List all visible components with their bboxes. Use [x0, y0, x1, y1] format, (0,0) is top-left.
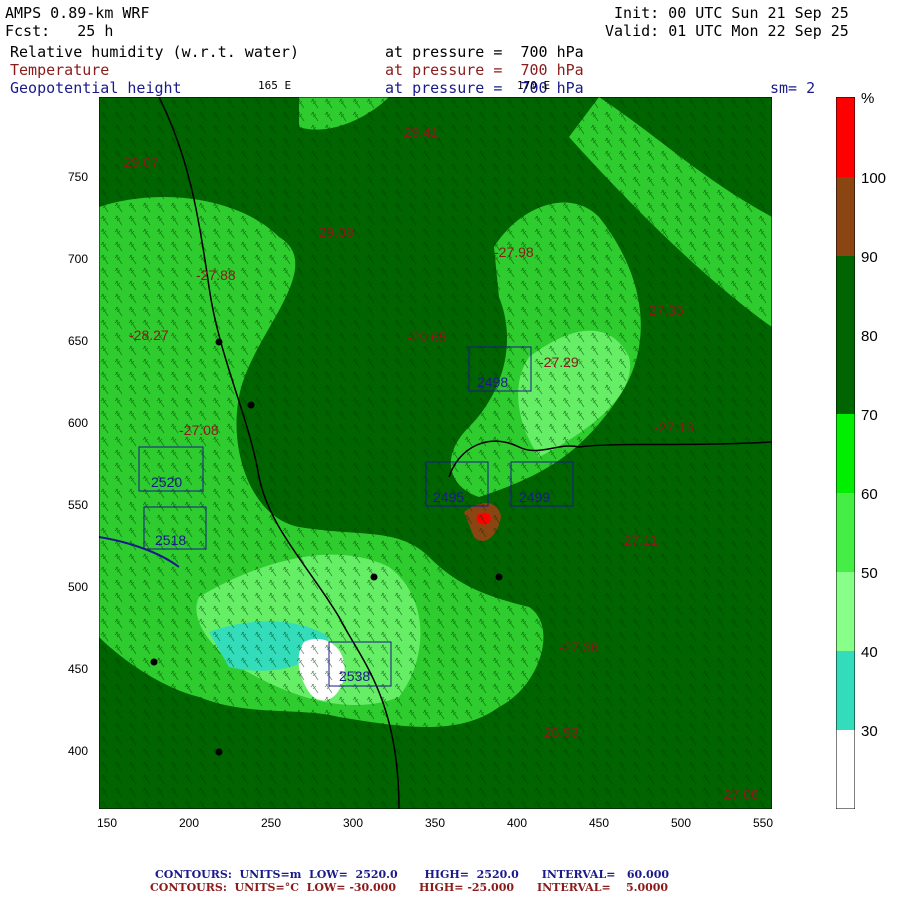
colorbar-swatch-low	[836, 730, 855, 809]
x-tick-250: 250	[261, 816, 282, 830]
temp-label: -29.07	[119, 154, 159, 170]
station-dot	[150, 658, 158, 666]
x-tick-350: 350	[425, 816, 446, 830]
y-tick-500: 500	[68, 580, 89, 594]
colorbar-swatch-80	[836, 256, 855, 335]
temp-label: -27.98	[494, 244, 534, 260]
temp-label: -27.11	[619, 532, 658, 548]
temp-label: -27.29	[539, 354, 579, 370]
temp-label: -29.08	[314, 224, 354, 240]
colorbar-swatch-90	[836, 177, 855, 256]
colorbar-swatch-60	[836, 414, 855, 493]
y-tick-600: 600	[68, 416, 89, 430]
y-tick-400: 400	[68, 744, 89, 758]
footer-temp-contours: CONTOURS: UNITS=°C LOW= -30.000 HIGH= -2…	[150, 881, 669, 894]
colorbar-swatch-40	[836, 572, 855, 651]
height-label: 2538	[339, 668, 370, 684]
init-time: Init: 00 UTC Sun 21 Sep 25	[614, 4, 849, 22]
colorbar-label: 40	[861, 644, 878, 661]
colorbar-swatch-50	[836, 493, 855, 572]
x-tick-300: 300	[343, 816, 364, 830]
y-tick-650: 650	[68, 334, 89, 348]
temp-label: -27.06	[719, 786, 759, 802]
x-tick-550: 550	[753, 816, 774, 830]
height-label: 2499	[519, 489, 550, 505]
colorbar-unit: %	[861, 90, 875, 107]
height-label: 2520	[151, 474, 182, 490]
x-tick-200: 200	[179, 816, 200, 830]
height-label: 2495	[433, 489, 464, 505]
colorbar-label: 100	[861, 170, 887, 187]
field-rh-name: Relative humidity (w.r.t. water)	[10, 43, 299, 61]
colorbar-label: 50	[861, 565, 878, 582]
temp-label: -27.08	[179, 422, 219, 438]
station-dot	[215, 338, 223, 346]
footer-height-contours: CONTOURS: UNITS=m LOW= 2520.0 HIGH= 2520…	[155, 868, 669, 881]
lon-170-label: 170 E	[517, 79, 551, 92]
x-tick-450: 450	[589, 816, 610, 830]
y-tick-450: 450	[68, 662, 89, 676]
temp-label: -29.65	[407, 329, 447, 345]
colorbar-label: 70	[861, 407, 878, 424]
colorbar-swatch-30	[836, 651, 855, 730]
field-temp-name: Temperature	[10, 61, 110, 79]
temp-label: -28.27	[129, 327, 169, 343]
y-tick-550: 550	[68, 498, 89, 512]
x-tick-400: 400	[507, 816, 528, 830]
lon-165-label: 165 E	[258, 79, 292, 92]
field-rh-level: at pressure = 700 hPa	[385, 43, 584, 61]
smoothing-label: sm= 2	[770, 79, 816, 97]
field-temp-level: at pressure = 700 hPa	[385, 61, 584, 79]
forecast-hour: Fcst: 25 h	[5, 22, 114, 40]
x-tick-500: 500	[671, 816, 692, 830]
station-dot	[247, 401, 255, 409]
temp-label: -27.13	[654, 419, 694, 435]
colorbar-label: 90	[861, 249, 878, 266]
model-title: AMPS 0.89-km WRF	[5, 4, 150, 22]
temp-label: -27.35	[644, 302, 684, 318]
rh-map: -29.07 -29.41 -29.08 -27.35 -28.27 -27.2…	[99, 97, 772, 809]
colorbar-swatch-70	[836, 335, 855, 414]
temp-label: -26.93	[539, 724, 579, 740]
colorbar-label: 30	[861, 723, 878, 740]
field-height-level: at pressure = 700 hPa	[385, 79, 584, 97]
wind-barbs	[99, 97, 772, 809]
colorbar-label: 80	[861, 328, 878, 345]
colorbar-swatch-100	[836, 97, 855, 177]
colorbar-label: 60	[861, 486, 878, 503]
temp-label: -27.36	[559, 639, 599, 655]
y-tick-700: 700	[68, 252, 89, 266]
station-dot	[495, 573, 503, 581]
colorbar	[836, 97, 855, 809]
height-label: 2518	[155, 532, 186, 548]
station-dot	[215, 748, 223, 756]
valid-time: Valid: 01 UTC Mon 22 Sep 25	[605, 22, 849, 40]
height-label: 2498	[477, 374, 508, 390]
temp-label: -29.41	[399, 124, 439, 140]
field-height-name: Geopotential height	[10, 79, 182, 97]
x-tick-150: 150	[97, 816, 118, 830]
y-tick-750: 750	[68, 170, 89, 184]
station-dot	[370, 573, 378, 581]
temp-label: -27.88	[196, 267, 236, 283]
